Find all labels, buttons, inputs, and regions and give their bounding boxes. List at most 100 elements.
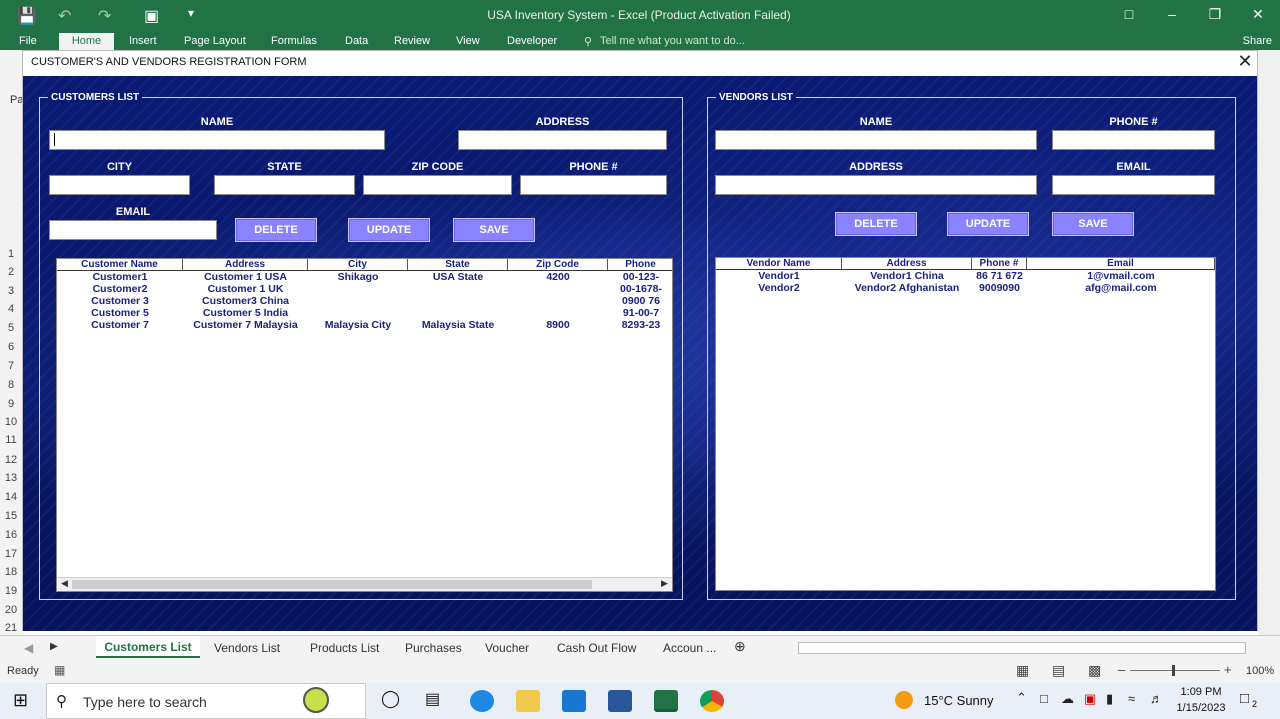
vend-email-input[interactable] <box>1052 175 1215 195</box>
row-number[interactable]: 2 <box>0 266 22 278</box>
task-view-icon[interactable]: ◯ <box>381 689 400 709</box>
clock-time[interactable]: 1:09 PM <box>1178 686 1224 698</box>
sheet-tab-customers-list[interactable]: Customers List <box>96 636 200 658</box>
list-row[interactable]: Customer1 Customer 1 USA Shikago USA State 4… <box>57 271 672 283</box>
tray-device-icon[interactable]: □ <box>1040 691 1048 706</box>
tray-chevron-icon[interactable]: ⌃ <box>1016 690 1027 706</box>
scroll-right-icon[interactable]: ▶ <box>661 578 668 589</box>
sheet-hscrollbar[interactable] <box>798 642 1246 654</box>
row-number[interactable]: 17 <box>0 548 22 560</box>
sheet-next-icon[interactable]: ▶ <box>50 641 58 652</box>
column-header[interactable]: Address <box>842 258 972 270</box>
weather-text[interactable]: 15°C Sunny <box>924 693 994 708</box>
column-header[interactable]: Address <box>183 259 308 271</box>
list-row[interactable]: Vendor1 Vendor1 China 86 71 672 1@vmail.com <box>716 270 1215 282</box>
cust-city-input[interactable] <box>49 175 190 195</box>
vend-update-button[interactable]: UPDATE <box>947 212 1029 236</box>
row-number[interactable]: 10 <box>0 416 22 428</box>
windows-start-icon[interactable]: ⊞ <box>13 690 28 711</box>
list-row[interactable]: Customer2 Customer 1 UK 00-1678- <box>57 283 672 295</box>
column-header[interactable]: Vendor Name <box>716 258 842 270</box>
row-number[interactable]: 14 <box>0 491 22 503</box>
customers-hscrollbar[interactable]: ◀ ▶ <box>58 577 672 591</box>
vend-delete-button[interactable]: DELETE <box>835 212 917 236</box>
cust-save-button[interactable]: SAVE <box>453 218 535 242</box>
ribbon-display-icon[interactable]: □ <box>1119 6 1139 22</box>
cust-state-input[interactable] <box>214 175 355 195</box>
row-number[interactable]: 9 <box>0 398 22 410</box>
minimize-icon[interactable]: – <box>1162 6 1182 22</box>
clock-date[interactable]: 1/15/2023 <box>1174 702 1228 714</box>
dialog-close-icon[interactable]: ✕ <box>1235 51 1255 72</box>
row-number[interactable]: 7 <box>0 360 22 372</box>
word-icon[interactable] <box>608 690 632 712</box>
cust-email-input[interactable] <box>49 220 217 240</box>
zoom-slider[interactable] <box>1130 670 1220 671</box>
list-row[interactable]: Customer 5 Customer 5 India 91-00-7 <box>57 307 672 319</box>
tab-home[interactable]: Home <box>59 33 114 50</box>
column-header[interactable]: Customer Name <box>57 259 183 271</box>
column-header[interactable]: State <box>408 259 508 271</box>
row-number[interactable]: 11 <box>0 434 22 446</box>
wifi-icon[interactable]: ≈ <box>1128 691 1135 706</box>
battery-icon[interactable]: ▮ <box>1106 691 1113 707</box>
sheet-prev-icon[interactable]: ◀ <box>24 641 33 655</box>
tab-review[interactable]: Review <box>394 35 430 47</box>
row-number[interactable]: 5 <box>0 322 22 334</box>
vend-save-button[interactable]: SAVE <box>1052 212 1134 236</box>
notifications-icon[interactable]: □ <box>1240 690 1249 707</box>
chrome-icon[interactable] <box>700 690 724 712</box>
cust-address-input[interactable] <box>458 130 667 150</box>
row-number[interactable]: 21 <box>0 622 22 634</box>
normal-view-icon[interactable]: ▦ <box>1016 662 1029 679</box>
zoom-out-icon[interactable]: – <box>1118 662 1125 677</box>
list-row[interactable]: Customer 3 Customer3 China 0900 76 <box>57 295 672 307</box>
page-break-view-icon[interactable]: ▩ <box>1088 662 1101 679</box>
taskbar-search[interactable]: ⚲ Type here to search <box>46 683 366 719</box>
edge-icon[interactable] <box>470 690 494 712</box>
zoom-in-icon[interactable]: + <box>1224 662 1232 677</box>
row-number[interactable]: 18 <box>0 566 22 578</box>
vend-name-input[interactable] <box>715 130 1037 150</box>
share-button[interactable]: Share <box>1243 35 1272 47</box>
zoom-level[interactable]: 100% <box>1246 665 1274 677</box>
hscroll-thumb[interactable] <box>72 580 592 589</box>
tab-developer[interactable]: Developer <box>507 35 557 47</box>
security-icon[interactable]: ▣ <box>1084 691 1096 707</box>
vendors-listbox[interactable]: Vendor Name Address Phone # Email Vendor1 Ven… <box>715 257 1216 591</box>
list-row[interactable]: Customer 7 Customer 7 Malaysia Malaysia Ci… <box>57 319 672 331</box>
sheet-tab-cash-out-flow[interactable]: Cash Out Flow <box>557 641 636 655</box>
column-header[interactable]: Zip Code <box>508 259 608 271</box>
column-header[interactable]: Email <box>1027 258 1215 270</box>
row-number[interactable]: 13 <box>0 472 22 484</box>
cust-update-button[interactable]: UPDATE <box>348 218 430 242</box>
tab-page-layout[interactable]: Page Layout <box>184 35 246 47</box>
widgets-icon[interactable]: ▤ <box>425 689 440 709</box>
cust-zip-input[interactable] <box>363 175 512 195</box>
row-number[interactable]: 3 <box>0 285 22 297</box>
tab-file[interactable]: File <box>19 35 37 47</box>
cust-delete-button[interactable]: DELETE <box>235 218 317 242</box>
tab-view[interactable]: View <box>456 35 480 47</box>
tell-me-box[interactable]: Tell me what you want to do... <box>600 35 745 47</box>
row-number[interactable]: 12 <box>0 454 22 466</box>
row-number[interactable]: 1 <box>0 248 22 260</box>
list-row[interactable]: Vendor2 Vendor2 Afghanistan 9009090 afg@mai… <box>716 282 1215 294</box>
maximize-icon[interactable]: ❐ <box>1205 6 1225 23</box>
file-explorer-icon[interactable] <box>516 690 540 712</box>
cust-name-input[interactable] <box>49 130 385 150</box>
row-number[interactable]: 4 <box>0 303 22 315</box>
row-number[interactable]: 15 <box>0 510 22 522</box>
row-number[interactable]: 20 <box>0 604 22 616</box>
row-number[interactable]: 19 <box>0 585 22 597</box>
tab-data[interactable]: Data <box>345 35 368 47</box>
vertical-scrollbar[interactable] <box>1258 50 1280 635</box>
sheet-tab-vendors-list[interactable]: Vendors List <box>214 641 280 655</box>
onedrive-icon[interactable]: ☁ <box>1061 691 1074 707</box>
row-number[interactable]: 16 <box>0 529 22 541</box>
row-number[interactable]: 6 <box>0 341 22 353</box>
row-number[interactable]: 8 <box>0 379 22 391</box>
tab-insert[interactable]: Insert <box>129 35 157 47</box>
sheet-tab-accounts[interactable]: Accoun ... <box>663 641 716 655</box>
sheet-tab-products-list[interactable]: Products List <box>310 641 379 655</box>
